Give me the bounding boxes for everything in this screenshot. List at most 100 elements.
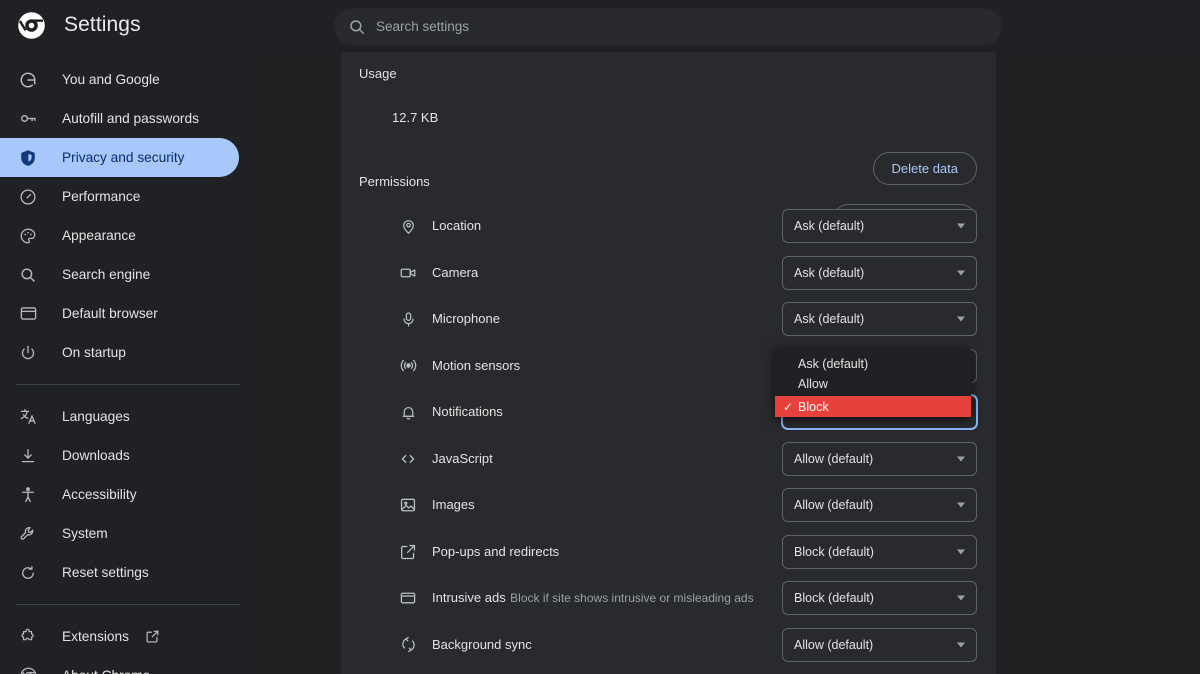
search-settings-bar[interactable]: Search settings xyxy=(334,8,1002,45)
permissions-list: Location Ask (default) Camera xyxy=(341,203,996,668)
sidebar-item-label: On startup xyxy=(62,345,126,360)
sidebar-item-default-browser[interactable]: Default browser xyxy=(0,294,256,333)
sidebar-item-label: About Chrome xyxy=(62,668,150,674)
power-icon xyxy=(18,343,38,363)
sidebar-group-3: Extensions About Chrome xyxy=(0,617,256,674)
download-icon xyxy=(18,446,38,466)
sidebar-item-performance[interactable]: Performance xyxy=(0,177,256,216)
external-link-icon xyxy=(398,542,418,562)
usage-heading: Usage xyxy=(359,66,397,81)
sidebar-item-you-and-google[interactable]: You and Google xyxy=(0,60,256,99)
dropdown-option-label: Ask (default) xyxy=(798,357,868,371)
sidebar-item-search-engine[interactable]: Search engine xyxy=(0,255,256,294)
check-icon: ✓ xyxy=(783,401,793,413)
permission-name: Intrusive ads xyxy=(432,590,506,605)
dropdown-option-ask-default[interactable]: Ask (default) xyxy=(775,354,971,373)
sidebar-item-label: Downloads xyxy=(62,448,130,463)
extension-icon xyxy=(18,627,38,647)
permission-text: Notifications xyxy=(432,403,503,421)
sidebar-item-label: Appearance xyxy=(62,228,136,243)
sidebar-item-autofill-and-passwords[interactable]: Autofill and passwords xyxy=(0,99,256,138)
dropdown-option-allow[interactable]: Allow xyxy=(775,374,971,393)
permission-row-intrusive-ads: Intrusive ads Block if site shows intrus… xyxy=(341,575,996,622)
permission-select-javascript[interactable]: Allow (default) xyxy=(782,442,977,476)
chevron-down-icon xyxy=(957,549,965,554)
select-value: Ask (default) xyxy=(794,312,864,326)
permission-name: Location xyxy=(432,218,481,233)
external-link-icon[interactable] xyxy=(145,629,160,644)
sidebar-item-downloads[interactable]: Downloads xyxy=(0,436,256,475)
select-value: Allow (default) xyxy=(794,452,873,466)
select-value: Allow (default) xyxy=(794,498,873,512)
sidebar-item-system[interactable]: System xyxy=(0,514,256,553)
code-icon xyxy=(398,449,418,469)
search-input-placeholder[interactable]: Search settings xyxy=(376,19,469,34)
permission-text: JavaScript xyxy=(432,450,493,468)
sidebar-item-label: System xyxy=(62,526,108,541)
bell-icon xyxy=(398,402,418,422)
chrome-logo-icon xyxy=(18,666,38,674)
permission-text: Images xyxy=(432,496,475,514)
permission-select-microphone[interactable]: Ask (default) xyxy=(782,302,977,336)
sidebar-item-label: Search engine xyxy=(62,267,150,282)
permission-row-camera: Camera Ask (default) xyxy=(341,250,996,297)
key-icon xyxy=(18,109,38,129)
dropdown-option-label: Allow xyxy=(798,377,828,391)
permission-select-popups-and-redirects[interactable]: Block (default) xyxy=(782,535,977,569)
sidebar-item-languages[interactable]: Languages xyxy=(0,397,256,436)
search-icon xyxy=(348,18,366,36)
sidebar-item-extensions[interactable]: Extensions xyxy=(0,617,256,656)
sidebar-item-label: Default browser xyxy=(62,306,158,321)
permission-select-background-sync[interactable]: Allow (default) xyxy=(782,628,977,662)
permission-select-location[interactable]: Ask (default) xyxy=(782,209,977,243)
sidebar-item-appearance[interactable]: Appearance xyxy=(0,216,256,255)
usage-size-value: 12.7 KB xyxy=(392,110,438,125)
sidebar-item-label: Privacy and security xyxy=(62,150,184,165)
settings-window: Settings Search settings You and Google xyxy=(0,0,1200,674)
search-icon xyxy=(18,265,38,285)
delete-data-button[interactable]: Delete data xyxy=(873,152,978,185)
sidebar-item-on-startup[interactable]: On startup xyxy=(0,333,256,372)
sidebar: You and Google Autofill and passwords xyxy=(0,52,256,674)
permission-text: Motion sensors xyxy=(432,357,520,375)
permission-select-camera[interactable]: Ask (default) xyxy=(782,256,977,290)
permission-text: Intrusive ads Block if site shows intrus… xyxy=(432,589,754,607)
permission-select-intrusive-ads[interactable]: Block (default) xyxy=(782,581,977,615)
sidebar-item-about-chrome[interactable]: About Chrome xyxy=(0,656,256,674)
sync-icon xyxy=(398,635,418,655)
sidebar-item-label: Autofill and passwords xyxy=(62,111,199,126)
permission-description: Block if site shows intrusive or mislead… xyxy=(510,591,753,605)
sidebar-item-label: Extensions xyxy=(62,629,129,644)
sidebar-item-privacy-and-security[interactable]: Privacy and security xyxy=(0,138,239,177)
sidebar-item-label: Performance xyxy=(62,189,140,204)
image-icon xyxy=(398,495,418,515)
sidebar-item-label: Reset settings xyxy=(62,565,149,580)
permission-select-images[interactable]: Allow (default) xyxy=(782,488,977,522)
sidebar-item-label: Accessibility xyxy=(62,487,137,502)
sidebar-divider-2 xyxy=(16,604,240,605)
permission-row-images: Images Allow (default) xyxy=(341,482,996,529)
permission-name: Microphone xyxy=(432,311,500,326)
permission-text: Microphone xyxy=(432,310,500,328)
chevron-down-icon xyxy=(957,224,965,229)
permission-name: Images xyxy=(432,497,475,512)
sidebar-item-reset-settings[interactable]: Reset settings xyxy=(0,553,256,592)
permission-text: Pop-ups and redirects xyxy=(432,543,559,561)
sidebar-divider-1 xyxy=(16,384,240,385)
permission-row-microphone: Microphone Ask (default) xyxy=(341,296,996,343)
ads-window-icon xyxy=(398,588,418,608)
permission-dropdown-menu[interactable]: Ask (default) Allow ✓ Block xyxy=(775,348,971,417)
permission-text: Camera xyxy=(432,264,478,282)
translate-icon xyxy=(18,407,38,427)
dropdown-option-block[interactable]: ✓ Block xyxy=(775,396,971,417)
permission-text: Location xyxy=(432,217,481,235)
chevron-down-icon xyxy=(957,596,965,601)
browser-window-icon xyxy=(18,304,38,324)
chevron-down-icon xyxy=(957,456,965,461)
sidebar-item-accessibility[interactable]: Accessibility xyxy=(0,475,256,514)
wrench-icon xyxy=(18,524,38,544)
camera-icon xyxy=(398,263,418,283)
chrome-logo-icon[interactable] xyxy=(17,11,46,40)
select-value: Ask (default) xyxy=(794,219,864,233)
shield-icon xyxy=(18,148,38,168)
